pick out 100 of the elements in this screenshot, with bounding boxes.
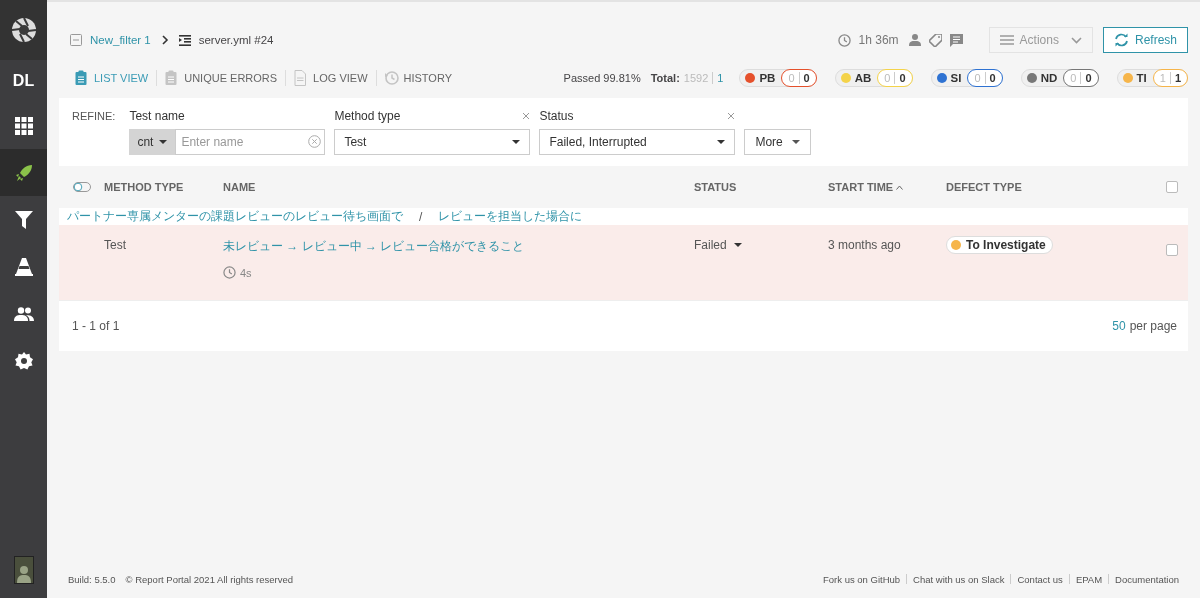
sort-ascending-icon	[896, 184, 904, 190]
defect-counter[interactable]: 0 0	[1063, 69, 1099, 87]
document-icon	[294, 70, 309, 86]
people-icon	[13, 306, 34, 321]
defect-badge[interactable]: TI 1 1	[1116, 69, 1188, 87]
column-header[interactable]: STATUS	[694, 181, 828, 193]
defect-badge[interactable]: SI 0 0	[930, 69, 1003, 87]
clipboard-icon	[165, 70, 180, 86]
defect-badge[interactable]: PB 0 0	[739, 69, 817, 87]
defect-code: AB	[854, 72, 872, 84]
defect-code: PB	[759, 72, 776, 84]
duration-text: 1h 36m	[858, 33, 899, 47]
view-tab[interactable]: HISTORY	[376, 70, 460, 86]
page-size-label: per page	[1129, 319, 1177, 333]
page-size-link[interactable]: 50	[1112, 319, 1126, 333]
defect-code: TI	[1136, 72, 1147, 84]
caret-icon	[791, 140, 800, 144]
sidebar-item[interactable]	[0, 149, 47, 196]
breadcrumb-current: server.yml #24	[198, 34, 274, 46]
view-tab[interactable]: UNIQUE ERRORS	[157, 70, 286, 86]
close-icon[interactable]	[727, 112, 736, 120]
defect-counter[interactable]: 0 0	[877, 69, 913, 87]
caret-icon	[159, 140, 168, 144]
input-field[interactable]: Enter name	[175, 129, 326, 155]
defect-counter[interactable]: 0 0	[967, 69, 1003, 87]
toggle-icon[interactable]	[72, 182, 91, 192]
checkbox[interactable]	[1166, 181, 1178, 193]
refine-label: REFINE:	[72, 110, 116, 122]
defect-counter[interactable]: 1 1	[1152, 69, 1188, 87]
refresh-icon	[1113, 33, 1129, 47]
menu-icon	[999, 35, 1014, 45]
person-icon	[16, 565, 31, 583]
build-version: Build: 5.5.0	[68, 573, 116, 585]
footer-link[interactable]: Documentation	[1115, 573, 1179, 585]
new-count: 1	[1173, 72, 1181, 84]
footer-link[interactable]: Fork us on GitHub	[823, 573, 901, 585]
total-count: 1592	[683, 72, 714, 84]
grid-icon	[14, 116, 33, 135]
column-header[interactable]: DEFECT TYPE	[946, 181, 1166, 193]
total-count: 1	[1159, 72, 1171, 84]
condition-dropdown[interactable]: cnt	[129, 129, 176, 155]
clock-icon	[837, 33, 851, 47]
column-header[interactable]: NAME	[223, 181, 694, 193]
caret-icon	[733, 243, 742, 247]
cone-icon	[14, 257, 33, 276]
close-icon[interactable]	[522, 112, 531, 120]
new-count: 0	[802, 72, 810, 84]
caret-icon	[512, 140, 521, 144]
filter-label: Status	[539, 109, 574, 123]
defect-code: ND	[1040, 72, 1058, 84]
defect-badge[interactable]: ND 0 0	[1020, 69, 1099, 87]
status-dropdown[interactable]: Failed	[694, 238, 742, 252]
comment-icon	[949, 33, 963, 47]
footer-link[interactable]: Contact us	[1017, 573, 1063, 585]
refresh-button[interactable]: Refresh	[1102, 27, 1188, 53]
view-tab[interactable]: LOG VIEW	[286, 70, 376, 86]
list-icon	[178, 34, 191, 46]
column-header[interactable]: START TIME	[828, 181, 946, 193]
defect-counter[interactable]: 0 0	[781, 69, 817, 87]
caret-icon	[717, 140, 726, 144]
person-icon	[908, 34, 921, 46]
total-count: 0	[884, 72, 896, 84]
suite-link[interactable]: パートナー専属メンターの課題レビューのレビュー待ち画面で	[67, 208, 403, 225]
more-button[interactable]: More	[744, 129, 811, 155]
new-count: 0	[898, 72, 906, 84]
total-count: 0	[1070, 72, 1082, 84]
tag-icon	[928, 33, 942, 47]
chevron-down-icon	[1070, 36, 1082, 44]
passed-rate: Passed 99.81%	[563, 72, 641, 84]
history-icon	[384, 70, 399, 86]
total-label: Total:	[650, 72, 680, 84]
defect-badge[interactable]: AB 0 0	[834, 69, 913, 87]
defect-tag[interactable]: To Investigate	[946, 236, 1053, 254]
rocket-icon	[14, 163, 33, 182]
total-count: 0	[974, 72, 986, 84]
duration-text: 4s	[240, 266, 252, 279]
filter-label: Test name	[129, 109, 185, 123]
checkbox[interactable]	[1166, 244, 1178, 256]
filter-icon	[14, 210, 33, 229]
select-dropdown[interactable]: Failed, Interrupted	[539, 129, 736, 155]
new-count: 0	[988, 72, 996, 84]
table-cell-text: Test	[104, 237, 127, 252]
table-cell-text: 3 months ago	[828, 237, 902, 252]
gear-icon	[14, 351, 33, 370]
copyright-text: © Report Portal 2021 All rights reserved	[125, 573, 294, 585]
suite-link[interactable]: レビューを担当した場合に	[438, 208, 583, 225]
footer-link[interactable]: EPAM	[1075, 573, 1103, 585]
defect-code: SI	[950, 72, 962, 84]
filter-label: Method type	[334, 109, 401, 123]
clipboard-icon	[75, 70, 89, 86]
aperture-icon	[10, 17, 37, 43]
project-switcher[interactable]: DL	[0, 60, 47, 102]
select-dropdown[interactable]: Test	[334, 129, 531, 155]
collapse-icon[interactable]	[70, 34, 82, 46]
logo-item[interactable]	[0, 0, 47, 60]
total-count: 0	[788, 72, 800, 84]
user-avatar[interactable]	[13, 556, 34, 584]
footer-link[interactable]: Chat with us on Slack	[913, 573, 1005, 585]
column-header[interactable]: METHOD TYPE	[104, 181, 223, 193]
pagination-range: 1 - 1 of 1	[72, 319, 120, 333]
